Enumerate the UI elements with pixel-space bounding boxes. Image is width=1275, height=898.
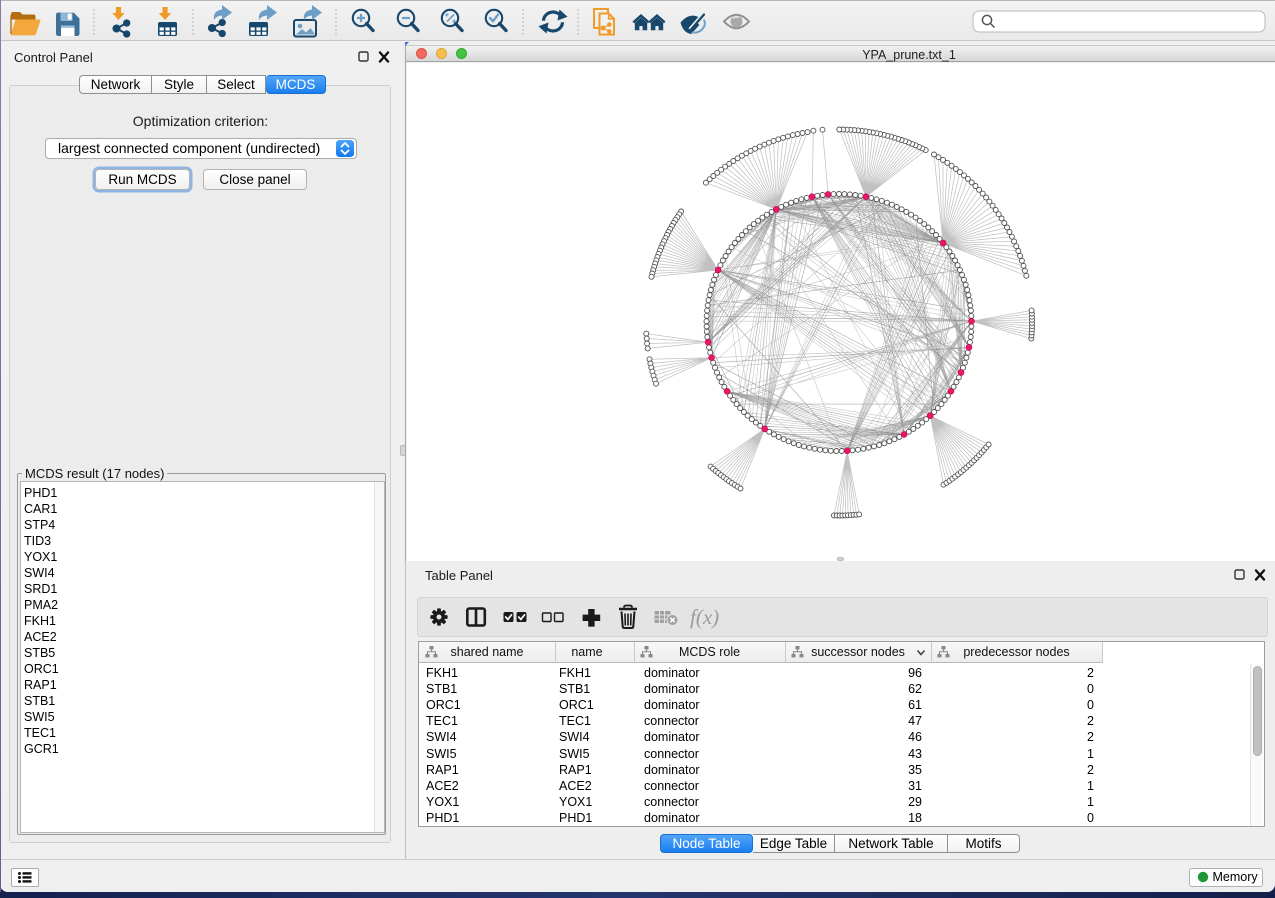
svg-text:f(x): f(x)	[690, 605, 719, 629]
